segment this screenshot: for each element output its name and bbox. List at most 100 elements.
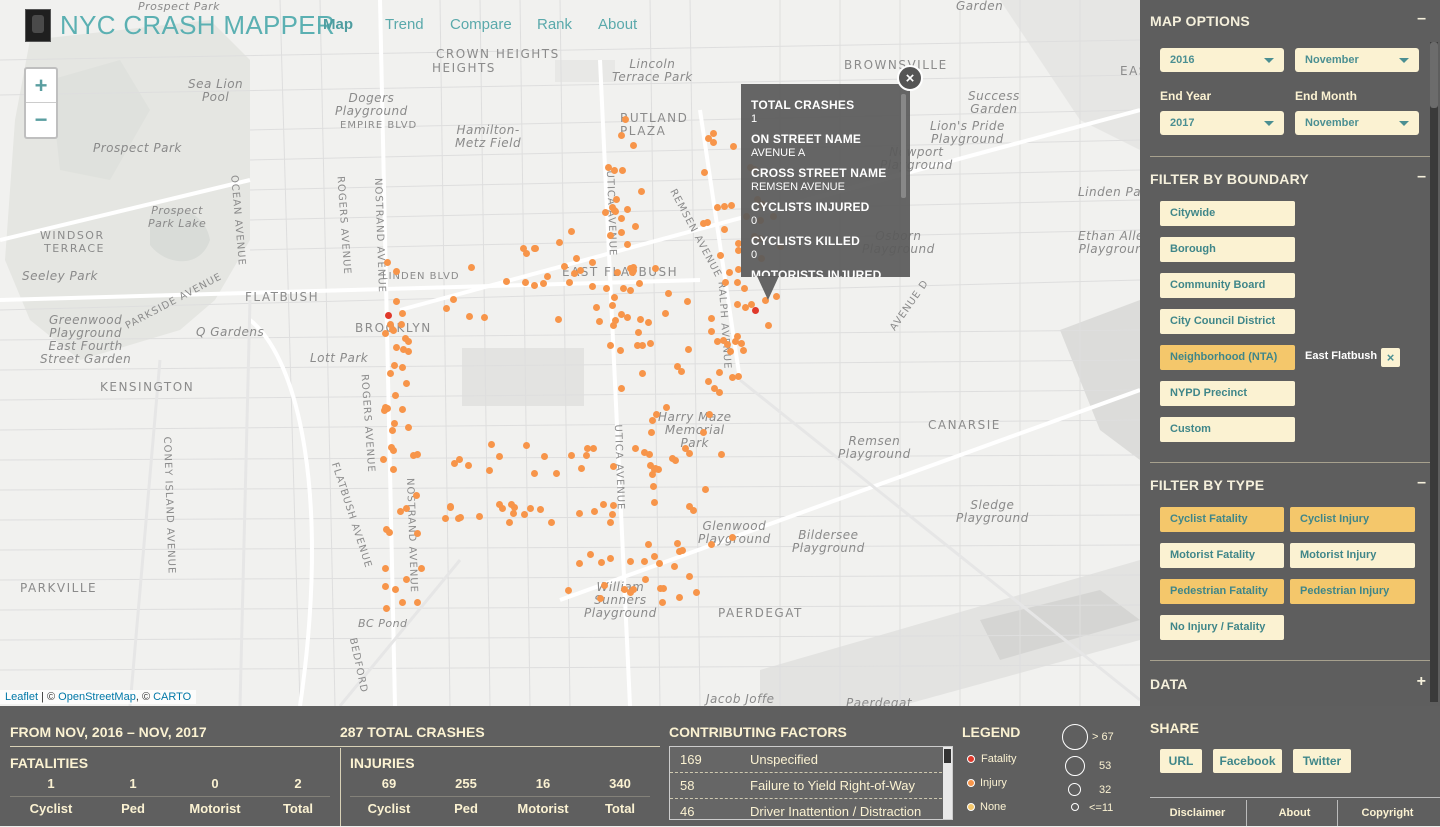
crash-point[interactable] <box>727 348 734 355</box>
crash-point-selected[interactable] <box>752 307 759 314</box>
start-month-select[interactable]: November <box>1295 48 1419 72</box>
crash-point[interactable] <box>610 463 617 470</box>
crash-point[interactable] <box>659 599 666 606</box>
crash-point[interactable] <box>630 142 637 149</box>
crash-point[interactable] <box>708 328 715 335</box>
crash-point[interactable] <box>398 321 405 328</box>
crash-point[interactable] <box>642 576 649 583</box>
crash-point[interactable] <box>399 599 406 606</box>
about-link[interactable]: About <box>1247 807 1342 819</box>
crash-point[interactable] <box>383 605 390 612</box>
crash-point[interactable] <box>627 558 634 565</box>
crash-point[interactable] <box>391 362 398 369</box>
crash-point[interactable] <box>590 445 597 452</box>
crash-point[interactable] <box>566 279 573 286</box>
crash-point[interactable] <box>481 314 488 321</box>
crash-point[interactable] <box>609 302 616 309</box>
type-cyclist-injury-button[interactable]: Cyclist Injury <box>1290 507 1415 532</box>
crash-point[interactable] <box>645 541 652 548</box>
crash-point[interactable] <box>392 392 399 399</box>
crash-point[interactable] <box>468 264 475 271</box>
nav-about[interactable]: About <box>598 16 637 33</box>
crash-point[interactable] <box>734 301 741 308</box>
crash-point[interactable] <box>442 515 449 522</box>
crash-point[interactable] <box>523 250 530 257</box>
crash-point[interactable] <box>488 441 495 448</box>
crash-point[interactable] <box>503 278 510 285</box>
crash-point[interactable] <box>506 519 513 526</box>
crash-point[interactable] <box>399 406 406 413</box>
crash-point[interactable] <box>645 319 652 326</box>
crash-point[interactable] <box>665 290 672 297</box>
boundary-neighborhood-button[interactable]: Neighborhood (NTA) <box>1160 345 1295 370</box>
crash-point[interactable] <box>403 576 410 583</box>
crash-point[interactable] <box>414 530 421 537</box>
type-no-injury-button[interactable]: No Injury / Fatality <box>1160 615 1284 640</box>
crash-point[interactable] <box>548 519 555 526</box>
crash-point[interactable] <box>382 565 389 572</box>
crash-point[interactable] <box>392 586 399 593</box>
crash-point[interactable] <box>383 526 390 533</box>
crash-point[interactable] <box>682 445 689 452</box>
crash-point[interactable] <box>710 130 717 137</box>
crash-point[interactable] <box>496 453 503 460</box>
crash-point[interactable] <box>531 470 538 477</box>
crash-point[interactable] <box>591 508 598 515</box>
popup-scrollbar[interactable] <box>901 94 906 198</box>
crash-point[interactable] <box>647 340 654 347</box>
crash-point[interactable] <box>393 268 400 275</box>
crash-point[interactable] <box>738 340 745 347</box>
crash-point[interactable] <box>573 255 580 262</box>
crash-point[interactable] <box>627 287 634 294</box>
crash-point[interactable] <box>399 364 406 371</box>
crash-point[interactable] <box>510 510 517 517</box>
crash-point[interactable] <box>674 363 681 370</box>
crash-point[interactable] <box>701 169 708 176</box>
crash-point[interactable] <box>465 462 472 469</box>
start-year-select[interactable]: 2016 <box>1160 48 1284 72</box>
filter-type-toggle[interactable]: – <box>1417 474 1426 492</box>
osm-link[interactable]: OpenStreetMap <box>58 691 136 703</box>
crash-point[interactable] <box>589 283 596 290</box>
crash-point[interactable] <box>618 215 625 222</box>
crash-point[interactable] <box>556 239 563 246</box>
crash-point[interactable] <box>601 582 608 589</box>
crash-point[interactable] <box>708 315 715 322</box>
crash-point[interactable] <box>380 456 387 463</box>
crash-point[interactable] <box>613 196 620 203</box>
crash-point[interactable] <box>537 506 544 513</box>
disclaimer-link[interactable]: Disclaimer <box>1150 807 1245 819</box>
crash-point[interactable] <box>600 501 607 508</box>
crash-point[interactable] <box>676 594 683 601</box>
crash-point[interactable] <box>610 502 617 509</box>
crash-point[interactable] <box>717 252 724 259</box>
crash-point[interactable] <box>686 573 693 580</box>
crash-point[interactable] <box>555 316 562 323</box>
crash-point[interactable] <box>583 452 590 459</box>
crash-point[interactable] <box>632 445 639 452</box>
boundary-council-district-button[interactable]: City Council District <box>1160 309 1295 334</box>
crash-point[interactable] <box>499 505 506 512</box>
crash-point[interactable] <box>624 206 631 213</box>
type-pedestrian-fatality-button[interactable]: Pedestrian Fatality <box>1160 579 1284 604</box>
sidebar-scrollbar[interactable] <box>1430 42 1438 702</box>
crash-point[interactable] <box>607 232 614 239</box>
crash-point[interactable] <box>531 282 538 289</box>
crash-point[interactable] <box>617 347 624 354</box>
crash-point[interactable] <box>466 313 473 320</box>
crash-point[interactable] <box>632 223 639 230</box>
crash-point[interactable] <box>611 294 618 301</box>
crash-point[interactable] <box>597 595 604 602</box>
crash-point[interactable] <box>410 452 417 459</box>
copyright-link[interactable]: Copyright <box>1340 807 1435 819</box>
crash-point[interactable] <box>650 483 657 490</box>
crash-point[interactable] <box>387 370 394 377</box>
crash-point[interactable] <box>602 209 609 216</box>
crash-point[interactable] <box>619 167 626 174</box>
crash-point[interactable] <box>540 280 547 287</box>
crash-point[interactable] <box>716 389 723 396</box>
crash-point[interactable] <box>598 559 605 566</box>
crash-point[interactable] <box>685 346 692 353</box>
crash-point-fatal[interactable] <box>385 312 392 319</box>
crash-point[interactable] <box>651 466 658 473</box>
